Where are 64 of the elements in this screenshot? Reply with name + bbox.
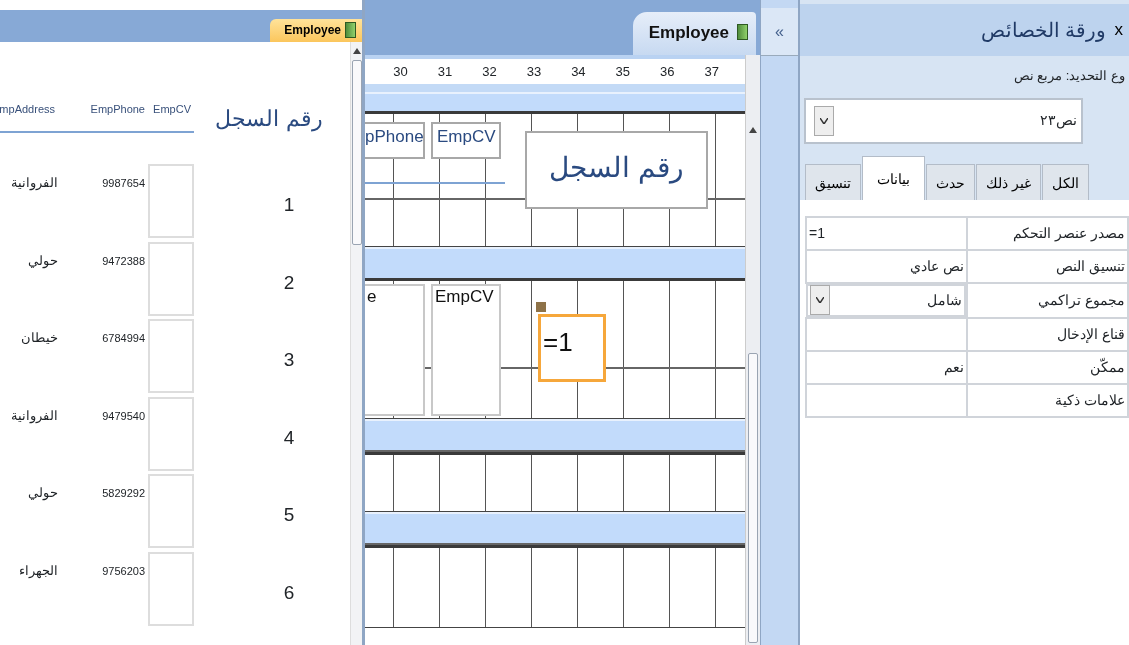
tab[interactable]: الكل bbox=[1042, 163, 1089, 200]
document-tab[interactable]: Employee bbox=[632, 11, 756, 55]
move-handle[interactable] bbox=[536, 302, 546, 312]
property-value[interactable]: نص عادي bbox=[806, 249, 967, 283]
label-control[interactable]: EmpCV bbox=[431, 122, 501, 159]
column-header: EmpCV bbox=[153, 103, 191, 115]
object-dropdown[interactable]: نص٢٣ bbox=[804, 97, 1083, 144]
table-cell-text: خيطان bbox=[20, 329, 58, 347]
table-cell-text: الجهراء bbox=[18, 561, 58, 581]
form-icon bbox=[345, 22, 356, 38]
column-header: EmpPhone bbox=[90, 103, 145, 115]
property-name: قناع الإدخال bbox=[967, 317, 1128, 351]
property-name: مجموع تراكمي bbox=[967, 282, 1128, 318]
table-cell-text: 2 bbox=[282, 270, 296, 295]
table-cell-text: 4 bbox=[282, 425, 296, 450]
close-button[interactable]: x bbox=[1114, 17, 1123, 43]
collapse-button[interactable]: « bbox=[761, 8, 798, 56]
ruler-number: 36 bbox=[660, 62, 675, 81]
label-control[interactable]: رقم السجل bbox=[525, 131, 708, 209]
property-name: تنسيق النص bbox=[967, 249, 1128, 283]
tab[interactable]: تنسيق bbox=[805, 163, 862, 200]
property-name: مصدر عنصر التحكم bbox=[967, 216, 1128, 250]
table-cell-text: 5829292 bbox=[101, 486, 146, 501]
field-control[interactable]: e bbox=[365, 284, 425, 416]
property-value[interactable] bbox=[806, 383, 967, 417]
table-cell-text: 9479540 bbox=[101, 408, 146, 424]
table-cell-text: الفروانية bbox=[10, 174, 58, 193]
property-value[interactable]: نعم bbox=[806, 350, 967, 384]
property-value[interactable]: =1 bbox=[806, 216, 967, 250]
table-cell-text: 6 bbox=[282, 580, 296, 605]
ruler-number: 37 bbox=[704, 62, 719, 81]
ruler-number: 30 bbox=[393, 62, 408, 81]
ruler-number: 34 bbox=[571, 62, 586, 81]
document-tab[interactable]: Employee bbox=[270, 19, 362, 42]
pane-title: ورقة الخصائص bbox=[980, 18, 1107, 44]
ruler-number: 32 bbox=[482, 62, 497, 81]
selection-type: وع التحديد: مربع نص bbox=[1012, 67, 1126, 86]
table-cell-text: 3 bbox=[282, 348, 296, 372]
scrollbar[interactable] bbox=[350, 42, 362, 645]
ruler-number: 31 bbox=[437, 62, 453, 81]
table-cell-text: 6784994 bbox=[101, 331, 146, 346]
property-name: ممكّن bbox=[967, 350, 1128, 384]
table-cell-text: 9756203 bbox=[101, 563, 146, 579]
label-control[interactable]: pPhone bbox=[365, 122, 425, 159]
tab[interactable]: حدث bbox=[926, 163, 976, 200]
table-cell-text: 9987654 bbox=[101, 176, 146, 191]
table-cell-text: الفروانية bbox=[10, 406, 58, 426]
table-cell-text: 9472388 bbox=[101, 253, 146, 269]
field-control[interactable]: EmpCV bbox=[431, 284, 501, 416]
table-cell-text: حولي bbox=[27, 484, 58, 503]
column-header: mpAddress bbox=[0, 103, 55, 115]
property-name: علامات ذكية bbox=[967, 383, 1128, 417]
form-icon bbox=[737, 24, 748, 41]
tab[interactable]: غير ذلك bbox=[976, 163, 1041, 200]
table-cell-text: حولي bbox=[27, 251, 58, 271]
tab[interactable]: بيانات bbox=[862, 155, 926, 200]
table-cell-text: 5 bbox=[282, 503, 296, 527]
property-value[interactable]: شامل bbox=[806, 283, 966, 317]
ruler-number: 33 bbox=[526, 62, 542, 81]
scrollbar[interactable] bbox=[745, 55, 760, 645]
ruler-number: 35 bbox=[615, 62, 631, 81]
text-box-control[interactable]: =1 bbox=[538, 314, 606, 382]
table-cell-text: 1 bbox=[282, 193, 296, 217]
column-header: رقم السجل bbox=[214, 105, 324, 134]
